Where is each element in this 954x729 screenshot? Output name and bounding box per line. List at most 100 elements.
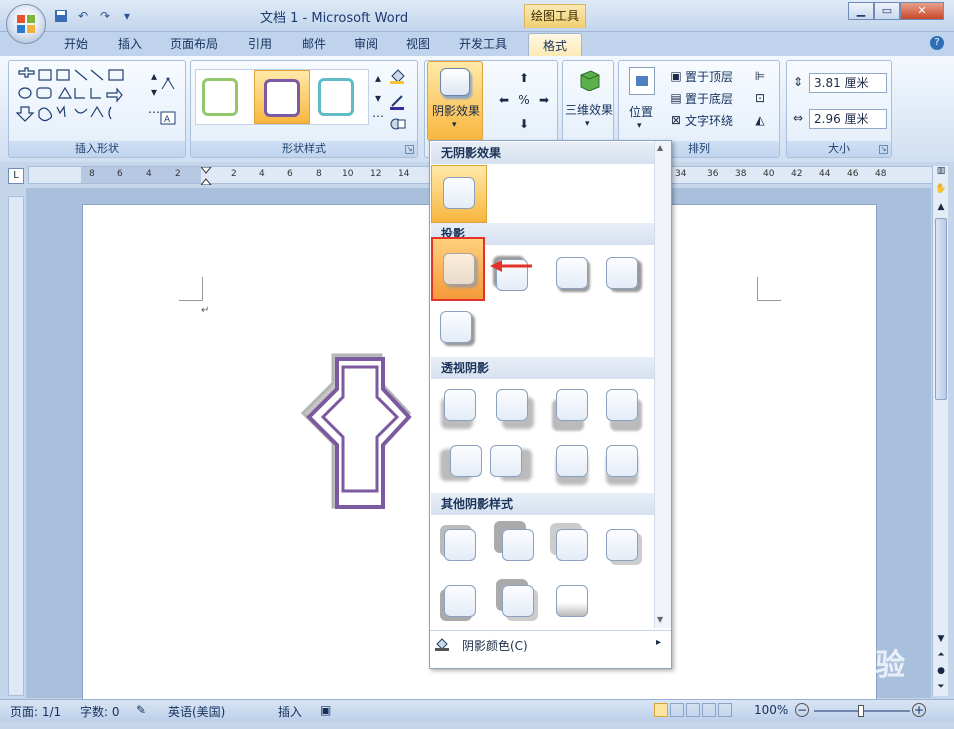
style-option[interactable]: [318, 78, 354, 116]
edit-shape-icon[interactable]: [159, 75, 177, 93]
perspective-shadow-option[interactable]: [450, 445, 482, 477]
toggle-shadow-icon[interactable]: %: [515, 91, 533, 109]
vertical-scrollbar[interactable]: ▥ ✋ ▲ ▼ ⏶ ● ⏷: [932, 166, 948, 696]
group-icon[interactable]: ⊡: [751, 89, 769, 107]
position-icon[interactable]: [629, 67, 655, 95]
perspective-shadow-option[interactable]: [556, 445, 588, 477]
style-option[interactable]: [202, 78, 238, 116]
previous-page-icon[interactable]: ⏶: [934, 650, 948, 664]
scroll-down-icon[interactable]: ▾: [369, 89, 387, 107]
tab-page-layout[interactable]: 页面布局: [164, 32, 224, 56]
ruler-toggle-button[interactable]: L: [8, 168, 24, 184]
zoom-slider[interactable]: [814, 705, 910, 717]
zoom-in-icon[interactable]: +: [912, 703, 926, 717]
bring-to-front[interactable]: 置于顶层: [685, 68, 733, 85]
dialog-launcher-icon[interactable]: ↘: [879, 145, 888, 154]
customize-icon[interactable]: ▾: [118, 7, 136, 25]
no-shadow-option[interactable]: [431, 165, 487, 223]
drop-shadow-option-selected[interactable]: [431, 237, 485, 301]
other-shadow-option[interactable]: [444, 529, 476, 561]
align-icon[interactable]: ⊫: [751, 67, 769, 85]
text-wrap-icon[interactable]: ⊠: [667, 111, 685, 129]
save-icon[interactable]: [52, 7, 70, 25]
shadow-effects-button[interactable]: 阴影效果 ▾: [427, 61, 483, 141]
print-layout-icon[interactable]: [654, 703, 668, 717]
outline-color-icon[interactable]: [389, 93, 407, 111]
macro-icon[interactable]: ▣: [320, 703, 331, 717]
close-icon[interactable]: ✕: [900, 2, 944, 20]
scroll-down-icon[interactable]: ▼: [657, 615, 663, 624]
other-shadow-option[interactable]: [606, 529, 638, 561]
position-label[interactable]: 位置: [629, 103, 653, 120]
width-input[interactable]: 2.96 厘米: [809, 109, 887, 129]
more-styles-icon[interactable]: ⋯: [369, 107, 387, 125]
nudge-down-icon[interactable]: ⬇: [515, 115, 533, 133]
other-shadow-option[interactable]: [444, 585, 476, 617]
next-page-icon[interactable]: ⏷: [934, 682, 948, 696]
zoom-level[interactable]: 100%: [754, 703, 788, 717]
style-option-selected[interactable]: [254, 70, 310, 124]
proofing-icon[interactable]: ✎: [136, 703, 146, 717]
office-button[interactable]: [6, 4, 46, 44]
tab-format[interactable]: 格式: [528, 33, 582, 57]
draft-view-icon[interactable]: [718, 703, 732, 717]
language[interactable]: 英语(美国): [168, 703, 225, 720]
reading-layout-icon[interactable]: [670, 703, 684, 717]
drop-shadow-option[interactable]: [556, 257, 588, 289]
perspective-shadow-option[interactable]: [606, 445, 638, 477]
web-layout-icon[interactable]: [686, 703, 700, 717]
text-wrapping[interactable]: 文字环绕: [685, 112, 733, 129]
ruler-view-icon[interactable]: ▥: [934, 166, 948, 180]
tab-insert[interactable]: 插入: [110, 32, 150, 56]
shape-gallery[interactable]: [15, 67, 145, 125]
undo-icon[interactable]: ↶: [74, 7, 92, 25]
fill-color-icon[interactable]: [389, 67, 407, 85]
other-shadow-option[interactable]: [502, 529, 534, 561]
pan-icon[interactable]: ✋: [934, 184, 948, 198]
scroll-up-icon[interactable]: ▲: [657, 143, 663, 152]
scroll-thumb[interactable]: [935, 218, 947, 400]
other-shadow-option[interactable]: [502, 585, 534, 617]
nudge-up-icon[interactable]: ⬆: [515, 69, 533, 87]
other-shadow-option[interactable]: [556, 585, 588, 617]
perspective-shadow-option[interactable]: [496, 389, 528, 421]
change-shape-icon[interactable]: [389, 115, 407, 133]
insert-mode[interactable]: 插入: [278, 703, 302, 720]
nudge-right-icon[interactable]: ➡: [535, 91, 553, 109]
tab-review[interactable]: 审阅: [346, 32, 386, 56]
drop-shadow-option[interactable]: [440, 311, 472, 343]
word-count[interactable]: 字数: 0: [80, 703, 120, 720]
scroll-up-icon[interactable]: ▲: [934, 202, 948, 216]
zoom-out-icon[interactable]: −: [795, 703, 809, 717]
outline-view-icon[interactable]: [702, 703, 716, 717]
perspective-shadow-option[interactable]: [556, 389, 588, 421]
nudge-left-icon[interactable]: ⬅: [495, 91, 513, 109]
perspective-shadow-option[interactable]: [490, 445, 522, 477]
dialog-launcher-icon[interactable]: ↘: [405, 145, 414, 154]
text-box-icon[interactable]: A: [159, 109, 177, 127]
help-icon[interactable]: ?: [930, 36, 944, 50]
selected-shape[interactable]: [297, 349, 427, 515]
dropdown-scrollbar[interactable]: ▲ ▼: [654, 141, 671, 628]
shadow-color-menu-item[interactable]: 阴影颜色(C) ▸: [430, 630, 671, 658]
bring-to-front-icon[interactable]: ▣: [667, 67, 685, 85]
scroll-down-icon[interactable]: ▼: [934, 634, 948, 648]
minimize-icon[interactable]: ▁: [848, 2, 874, 20]
zoom-thumb[interactable]: [858, 705, 864, 717]
perspective-shadow-option[interactable]: [606, 389, 638, 421]
scroll-up-icon[interactable]: ▴: [369, 69, 387, 87]
page-count[interactable]: 页面: 1/1: [10, 703, 61, 720]
redo-icon[interactable]: ↷: [96, 7, 114, 25]
height-input[interactable]: 3.81 厘米: [809, 73, 887, 93]
perspective-shadow-option[interactable]: [444, 389, 476, 421]
cube-icon[interactable]: [577, 67, 601, 92]
tab-view[interactable]: 视图: [398, 32, 438, 56]
rotate-icon[interactable]: ◭: [751, 111, 769, 129]
tab-developer[interactable]: 开发工具: [452, 32, 514, 56]
select-browse-object-icon[interactable]: ●: [934, 666, 948, 680]
tab-mailings[interactable]: 邮件: [294, 32, 334, 56]
drop-shadow-option[interactable]: [606, 257, 638, 289]
other-shadow-option[interactable]: [556, 529, 588, 561]
maximize-icon[interactable]: ▭: [874, 2, 900, 20]
send-to-back-icon[interactable]: ▤: [667, 89, 685, 107]
